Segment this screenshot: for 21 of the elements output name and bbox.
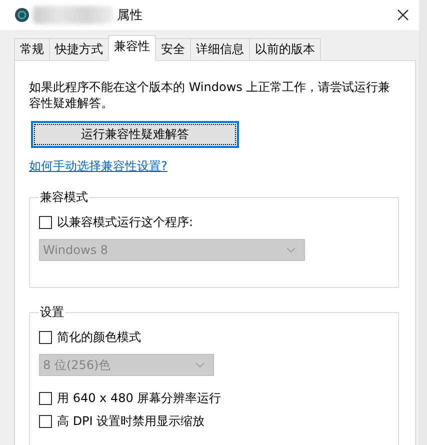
checkbox[interactable] (39, 331, 52, 344)
checkbox[interactable] (39, 216, 52, 229)
troubleshoot-button[interactable]: 运行兼容性疑难解答 (31, 121, 239, 148)
window-title: 属性 (117, 6, 143, 24)
description-text: 如果此程序不能在这个版本的 Windows 上正常工作，请尝试运行兼容性疑难解答。 (29, 79, 392, 111)
close-icon[interactable] (397, 9, 409, 21)
checkbox-label: 用 640 x 480 屏幕分辨率运行 (57, 390, 222, 407)
tab[interactable]: 以前的版本 (249, 38, 321, 60)
app-icon (15, 8, 29, 22)
chevron-icon (195, 362, 205, 368)
help-link[interactable]: 如何手动选择兼容性设置? (29, 158, 168, 175)
checkbox-label: 简化的颜色模式 (57, 329, 141, 346)
group-title: 兼容模式 (39, 189, 89, 206)
checkbox-label: 高 DPI 设置时禁用显示缩放 (57, 413, 205, 430)
tab[interactable]: 常规 (14, 38, 50, 60)
tab[interactable]: 兼容性 (108, 35, 156, 61)
checkbox-label: 以兼容模式运行这个程序: (57, 214, 194, 231)
checkbox[interactable] (39, 415, 52, 428)
checkbox[interactable] (39, 392, 52, 405)
chevron-icon (286, 247, 296, 253)
group-title: 设置 (39, 304, 65, 321)
